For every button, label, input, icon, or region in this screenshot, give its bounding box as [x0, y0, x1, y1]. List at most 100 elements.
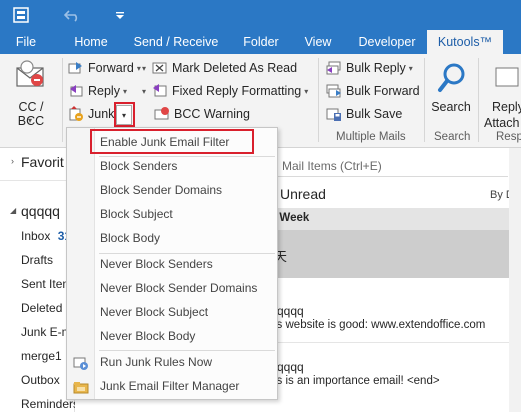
account-chevron-icon[interactable]: ◢	[10, 206, 16, 215]
bcc-warning-button[interactable]: BCC Warning	[154, 104, 250, 124]
nav-favorites[interactable]: Favorit	[21, 154, 64, 170]
mail-item-preview: is is an importance email! <end>	[274, 375, 440, 387]
mark-deleted-dropdown[interactable]: ▾ Mark Deleted As Read	[142, 58, 297, 78]
group-label-search: Search	[434, 131, 471, 143]
menu-item-block-subject[interactable]: Block Subject	[100, 205, 173, 223]
reply-caret-icon[interactable]: ▾	[123, 87, 127, 96]
reply-attach-label: Reply	[492, 100, 521, 114]
junk-button[interactable]: Junk	[68, 104, 114, 124]
mail-item-sender: qqqq	[277, 304, 304, 318]
junk-dropdown-highlight	[114, 102, 135, 127]
ribbon-separator	[424, 58, 425, 142]
ribbon-separator	[318, 58, 319, 142]
search-label: Search	[431, 100, 471, 114]
menu-separator	[99, 253, 275, 254]
undo-icon[interactable]	[62, 0, 82, 30]
forward-label: Forward	[88, 61, 134, 75]
tab-view[interactable]: View	[296, 30, 340, 54]
nav-merge1[interactable]: merge1	[21, 349, 62, 363]
bulk-save-icon	[326, 108, 341, 121]
nav-deleted[interactable]: Deleted I	[21, 301, 69, 315]
bulk-reply-button[interactable]: Bulk Reply ▾	[326, 58, 413, 78]
mark-deleted-caret-icon: ▾	[142, 63, 147, 73]
cc-bcc-button[interactable]: CC / BCC ▾	[4, 58, 58, 128]
reply-with-attachment-button[interactable]: Reply Attach	[482, 58, 521, 128]
mail-item-sender: qqqq	[277, 360, 304, 374]
junk-icon	[69, 106, 83, 121]
ribbon-tabs: File Home Send / Receive Folder View Dev…	[0, 30, 521, 54]
group-label-resp: Resp	[496, 131, 521, 143]
tab-file[interactable]: File	[6, 30, 46, 54]
menu-item-never-block-sender-domains[interactable]: Never Block Sender Domains	[100, 279, 257, 297]
fixed-reply-icon	[153, 84, 167, 97]
reply-with-attachment-icon	[495, 67, 519, 87]
fixed-reply-label: Fixed Reply Formatting	[172, 84, 302, 98]
fixed-reply-option-caret-icon[interactable]: ▾	[304, 87, 308, 96]
bulk-save-button[interactable]: Bulk Save	[326, 104, 402, 124]
bulk-forward-button[interactable]: Bulk Forward	[326, 81, 420, 101]
filter-unread[interactable]: Unread	[280, 186, 326, 202]
nav-inbox[interactable]: Inbox 31	[21, 229, 71, 243]
junk-filter-manager-icon	[73, 379, 89, 395]
bulk-forward-icon	[326, 84, 341, 98]
menu-item-never-block-body[interactable]: Never Block Body	[100, 327, 195, 345]
group-label-multiple-mails: Multiple Mails	[336, 131, 406, 143]
tab-kutools[interactable]: Kutools™	[427, 30, 503, 54]
fixed-reply-button[interactable]: ▾ Fixed Reply Formatting ▾	[142, 81, 308, 101]
reply-attach-label-2: Attach	[484, 116, 520, 128]
tab-folder[interactable]: Folder	[234, 30, 288, 54]
mark-deleted-label: Mark Deleted As Read	[172, 61, 298, 75]
menu-item-never-block-senders[interactable]: Never Block Senders	[100, 255, 213, 273]
bcc-warning-icon	[154, 107, 169, 120]
favorites-chevron-icon[interactable]: ›	[11, 156, 14, 166]
title-bar	[0, 0, 521, 30]
tab-send-receive[interactable]: Send / Receive	[128, 30, 224, 54]
forward-caret-icon[interactable]: ▾	[137, 64, 141, 73]
ribbon-separator	[478, 58, 479, 142]
bulk-reply-icon	[326, 61, 341, 75]
menu-separator	[99, 350, 275, 351]
scrollbar[interactable]	[509, 148, 521, 412]
menu-item-block-senders[interactable]: Block Senders	[100, 157, 177, 175]
mark-deleted-icon	[152, 62, 167, 74]
enable-junk-filter-highlight	[90, 129, 254, 154]
menu-item-block-body[interactable]: Block Body	[100, 229, 160, 247]
app-icon[interactable]	[10, 0, 32, 30]
search-input[interactable]: h All Mail Items (Ctrl+E)	[256, 156, 506, 176]
ribbon-separator	[62, 58, 63, 142]
bulk-forward-label: Bulk Forward	[346, 84, 420, 98]
divider	[0, 180, 75, 181]
nav-drafts[interactable]: Drafts	[21, 253, 53, 267]
menu-item-junk-filter-manager[interactable]: Junk Email Filter Manager	[100, 377, 239, 395]
bulk-reply-caret-icon[interactable]: ▾	[409, 64, 413, 73]
search-button[interactable]: Search	[428, 58, 474, 124]
nav-junk[interactable]: Junk E-m	[21, 325, 72, 339]
tab-home[interactable]: Home	[66, 30, 116, 54]
forward-icon	[68, 62, 82, 74]
bulk-reply-label: Bulk Reply	[346, 61, 406, 75]
bcc-warning-label: BCC Warning	[174, 107, 250, 121]
fixed-reply-caret-icon: ▾	[142, 86, 147, 96]
cc-bcc-caret-icon: ▾	[28, 116, 33, 125]
qat-dropdown-icon[interactable]	[113, 0, 127, 30]
run-junk-rules-icon	[73, 355, 89, 371]
junk-dropdown-menu: Enable Junk Email Filter Block Senders B…	[66, 127, 278, 400]
nav-account[interactable]: qqqqq	[21, 203, 60, 219]
inbox-label: Inbox	[21, 229, 51, 243]
forward-button[interactable]: Forward ▾	[68, 58, 141, 78]
bulk-save-label: Bulk Save	[346, 107, 403, 121]
reply-label: Reply	[88, 84, 120, 98]
mail-item-preview: is website is good: www.extendoffice.com	[274, 319, 486, 331]
folder-pane: › Favorit ◢ qqqqq Inbox 31 Drafts Sent I…	[0, 148, 79, 412]
nav-sent[interactable]: Sent Item	[21, 277, 72, 291]
tab-developer[interactable]: Developer	[352, 30, 422, 54]
menu-item-run-junk-rules[interactable]: Run Junk Rules Now	[100, 353, 212, 371]
cc-bcc-icon	[16, 60, 44, 87]
menu-item-never-block-subject[interactable]: Never Block Subject	[100, 303, 208, 321]
menu-item-block-sender-domains[interactable]: Block Sender Domains	[100, 181, 222, 199]
reply-icon	[70, 85, 83, 97]
search-icon	[438, 63, 465, 92]
junk-label: Junk	[88, 107, 115, 121]
reply-button[interactable]: Reply ▾	[68, 81, 127, 101]
nav-outbox[interactable]: Outbox	[21, 373, 60, 387]
